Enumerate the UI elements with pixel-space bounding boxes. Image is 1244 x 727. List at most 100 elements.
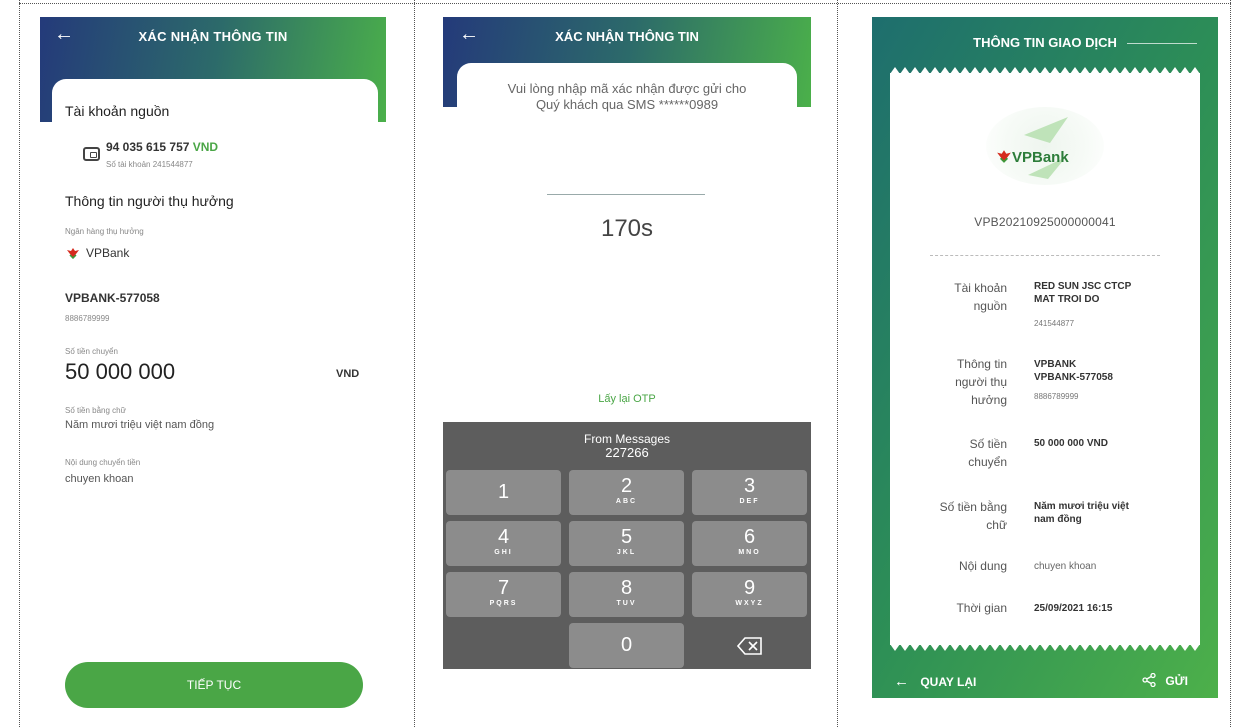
label-line: Số tiền [969,437,1007,451]
otp-message-line: Vui lòng nhập mã xác nhận được gửi cho [507,81,747,96]
vpbank-logo-icon [997,150,1011,163]
column-divider [837,0,838,727]
back-button-label: QUAY LẠI [920,675,977,689]
key-7[interactable]: 7 PQRS [446,572,561,617]
send-button-label: GỬI [1165,674,1188,688]
numeric-keyboard: From Messages 227266 1 2 ABC 3 DEF 4 GHI 5J… [443,422,811,669]
send-button[interactable]: GỬI [1142,672,1188,688]
continue-button[interactable]: TIẾP TỤC [65,662,363,708]
label-line: Tài khoản [954,281,1007,295]
source-account: 241544877 [1034,319,1075,328]
content-label: Nội dung [958,559,1007,573]
key-8[interactable]: 8 TUV [569,572,684,617]
key-6[interactable]: 6 MNO [692,521,807,566]
key-0[interactable]: 0 [569,623,684,668]
source-label: Tài khoản nguồn [954,279,1007,315]
back-button[interactable]: ← QUAY LẠI [894,673,976,690]
key-letters: MNO [738,549,761,556]
key-letters: WXYZ [735,600,764,607]
content-label: Nội dung chuyển tiền [65,458,141,467]
key-letters: GHI [494,549,513,556]
time-label: Thời gian [956,601,1007,615]
value-line: nam đồng [1034,514,1082,525]
beneficiary-info: VPBANK VPBANK-577058 [1034,358,1113,384]
otp-card [457,63,797,443]
balance-currency: VND [192,140,219,154]
label-line: người thụ [955,375,1007,389]
source-name: RED SUN JSC CTCP MAT TROI DO [1034,280,1131,306]
time-value: 25/09/2021 16:15 [1034,603,1113,614]
amount-currency: VND [336,368,360,380]
otp-message-line: Quý khách qua SMS ******0989 [535,97,719,112]
back-arrow-icon: ← [894,673,909,690]
otp-input[interactable] [547,194,705,195]
key-9[interactable]: 9 WXYZ [692,572,807,617]
key-digit: 6 [743,526,756,548]
otp-suggestion[interactable]: From Messages 227266 [443,432,811,460]
key-digit: 7 [497,577,510,599]
key-letters: JKL [616,549,637,556]
otp-message: Vui lòng nhập mã xác nhận được gửi cho Q… [473,81,781,113]
otp-screen: ← XÁC NHẬN THÔNG TIN Vui lòng nhập mã xá… [443,17,811,669]
key-5[interactable]: 5 JKL [569,521,684,566]
key-digit: 8 [620,577,633,599]
otp-timer: 170s [600,215,654,242]
key-letters: TUV [616,600,637,607]
key-4[interactable]: 4 GHI [446,521,561,566]
beneficiary-heading: Thông tin người thụ hưởng [65,193,234,209]
amount-words: Năm mươi triệu việt nam đồng [1034,500,1129,526]
key-digit: 9 [743,577,756,599]
amount-value: 50 000 000 VND [1034,438,1108,449]
beneficiary-name: VPBANK-577058 [65,291,160,305]
key-1[interactable]: 1 [446,470,561,515]
share-icon [1142,672,1156,688]
key-digit: 4 [497,526,510,548]
bank-label: Ngân hàng thụ hưởng [65,227,144,236]
confirm-info-screen: ← XÁC NHẬN THÔNG TIN Tài khoản nguồn 94 … [40,17,386,717]
label-line: chuyển [968,455,1007,469]
value-line: VPBANK-577058 [1034,372,1113,383]
value-line: MAT TROI DO [1034,294,1100,305]
key-3[interactable]: 3 DEF [692,470,807,515]
receipt-divider [930,255,1160,256]
key-digit: 1 [497,481,510,503]
resend-otp-link[interactable]: Lấy lại OTP [443,393,811,405]
value-line: Năm mươi triệu việt [1034,501,1129,512]
key-letters: PQRS [489,600,518,607]
bank-name: VPBank [86,246,130,260]
key-2[interactable]: 2 ABC [569,470,684,515]
amount-label: Số tiền chuyển [968,435,1007,471]
beneficiary-account: 8886789999 [65,314,110,323]
key-letters: ABC [615,498,638,505]
amount-words-label: Số tiền bằng chữ [940,498,1007,534]
suggestion-source: From Messages [583,432,671,446]
amount-value: 50 000 000 [65,359,176,384]
label-line: chữ [986,518,1007,532]
label-line: Số tiền bằng [939,500,1007,514]
beneficiary-account: 8886789999 [1034,392,1079,401]
key-letters: DEF [739,498,760,505]
amount-words-label: Số tiền bằng chữ [65,406,126,415]
label-line: Thông tin [956,357,1007,371]
transaction-receipt-screen: THÔNG TIN GIAO DỊCH VPBank VPB2021092500… [872,17,1218,698]
page-title: XÁC NHẬN THÔNG TIN [138,29,288,44]
paper-plane-icon [1024,117,1068,179]
bank-logo-text: VPBank [1012,149,1069,166]
label-line: hưởng [971,393,1007,407]
title-divider [1127,43,1197,44]
account-number: Số tài khoản 241544877 [106,160,193,169]
beneficiary-label: Thông tin người thụ hưởng [955,355,1007,409]
transaction-id: VPB20210925000000041 [974,215,1116,229]
key-digit: 5 [620,526,633,548]
receipt-bottom-edge [890,644,1200,651]
vpbank-logo-icon [67,248,79,259]
content-card [52,79,378,717]
balance-value: 94 035 615 757 [106,140,190,154]
balance-amount: 94 035 615 757 VND [106,140,218,154]
table-top-border [19,3,1231,4]
value-line: VPBANK [1034,359,1077,370]
key-digit: 3 [743,475,756,497]
content-value: chuyen khoan [1034,561,1097,572]
backspace-icon[interactable] [737,637,763,655]
value-line: RED SUN JSC CTCP [1034,281,1132,292]
